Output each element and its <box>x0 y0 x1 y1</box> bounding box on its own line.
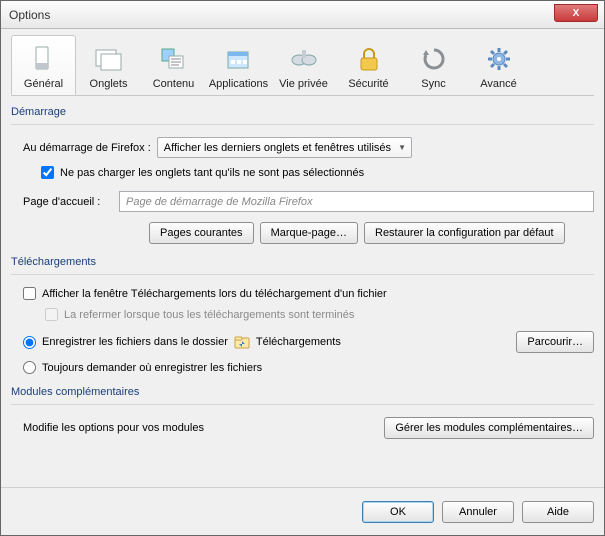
tab-sync[interactable]: Sync <box>401 35 466 95</box>
always-ask-radio[interactable] <box>23 361 36 374</box>
always-ask-label: Toujours demander où enregistrer les fic… <box>42 362 262 374</box>
sync-icon <box>418 43 450 75</box>
close-button[interactable]: X <box>554 4 598 22</box>
tab-applications[interactable]: Applications <box>206 35 271 95</box>
tab-general[interactable]: Général <box>11 35 76 95</box>
save-to-folder-label: Enregistrer les fichiers dans le dossier <box>42 336 228 348</box>
browse-button[interactable]: Parcourir… <box>516 331 594 353</box>
dont-load-checkbox[interactable] <box>41 166 54 179</box>
divider <box>11 274 594 275</box>
startup-when-select[interactable]: Afficher les derniers onglets et fenêtre… <box>157 137 412 158</box>
divider <box>11 404 594 405</box>
startup-when-label: Au démarrage de Firefox : <box>23 142 151 154</box>
tab-label: Sécurité <box>348 78 388 90</box>
tab-securite[interactable]: Sécurité <box>336 35 401 95</box>
tab-label: Applications <box>209 78 268 90</box>
downloads-group-title: Téléchargements <box>11 256 594 268</box>
select-value: Afficher les derniers onglets et fenêtre… <box>164 142 391 154</box>
tab-label: Vie privée <box>279 78 328 90</box>
use-bookmark-button[interactable]: Marque-page… <box>260 222 358 244</box>
close-when-done-checkbox <box>45 308 58 321</box>
restore-default-button[interactable]: Restaurer la configuration par défaut <box>364 222 565 244</box>
homepage-placeholder: Page de démarrage de Mozilla Firefox <box>126 196 312 208</box>
help-button[interactable]: Aide <box>522 501 594 523</box>
show-download-window-checkbox[interactable] <box>23 287 36 300</box>
dialog-buttons: OK Annuler Aide <box>1 487 604 535</box>
content-area: Général Onglets Contenu Applications Vie… <box>1 29 604 487</box>
dont-load-label: Ne pas charger les onglets tant qu'ils n… <box>60 167 364 179</box>
category-tabbar: Général Onglets Contenu Applications Vie… <box>11 35 594 96</box>
ok-button[interactable]: OK <box>362 501 434 523</box>
options-window: Options X Général Onglets Contenu Applic… <box>0 0 605 536</box>
tab-onglets[interactable]: Onglets <box>76 35 141 95</box>
content-icon <box>158 43 190 75</box>
tab-contenu[interactable]: Contenu <box>141 35 206 95</box>
security-icon <box>353 43 385 75</box>
window-title: Options <box>9 8 50 22</box>
gear-icon <box>483 43 515 75</box>
general-icon <box>28 43 60 75</box>
tab-label: Contenu <box>153 78 195 90</box>
folder-icon <box>234 334 250 350</box>
titlebar[interactable]: Options X <box>1 1 604 29</box>
cancel-button[interactable]: Annuler <box>442 501 514 523</box>
close-when-done-label: La refermer lorsque tous les téléchargem… <box>64 309 354 321</box>
use-current-pages-button[interactable]: Pages courantes <box>149 222 254 244</box>
close-icon: X <box>573 8 580 19</box>
manage-addons-button[interactable]: Gérer les modules complémentaires… <box>384 417 594 439</box>
tab-label: Avancé <box>480 78 517 90</box>
privacy-icon <box>288 43 320 75</box>
download-folder-name: Téléchargements <box>256 336 517 348</box>
divider <box>11 124 594 125</box>
homepage-input[interactable]: Page de démarrage de Mozilla Firefox <box>119 191 594 212</box>
tab-label: Onglets <box>90 78 128 90</box>
tab-vie-privee[interactable]: Vie privée <box>271 35 336 95</box>
tab-label: Général <box>24 78 63 90</box>
tab-label: Sync <box>421 78 445 90</box>
startup-group-title: Démarrage <box>11 106 594 118</box>
addons-description: Modifie les options pour vos modules <box>23 422 204 434</box>
homepage-label: Page d'accueil : <box>23 196 113 208</box>
tab-avance[interactable]: Avancé <box>466 35 531 95</box>
show-download-window-label: Afficher la fenêtre Téléchargements lors… <box>42 288 387 300</box>
save-to-folder-radio[interactable] <box>23 336 36 349</box>
tabs-icon <box>93 43 125 75</box>
applications-icon <box>223 43 255 75</box>
addons-group-title: Modules complémentaires <box>11 386 594 398</box>
